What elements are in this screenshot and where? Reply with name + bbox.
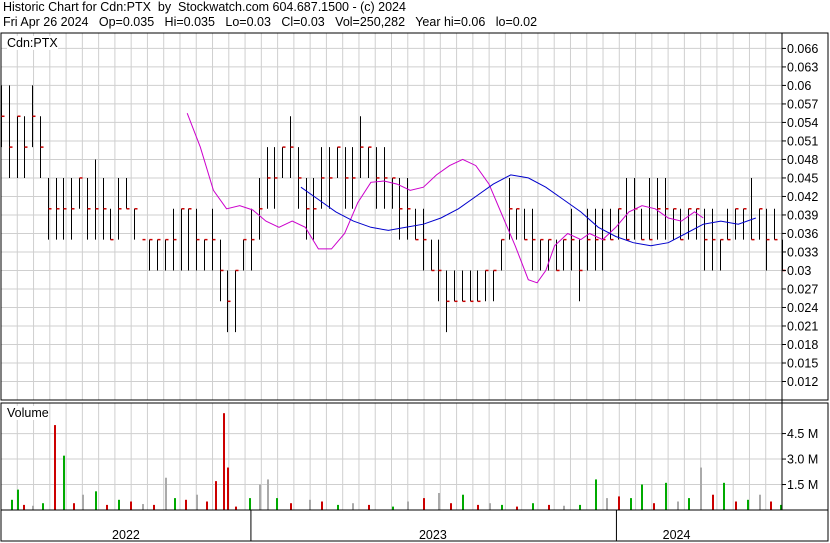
volume-tick-label: 4.5 M [787,427,818,441]
volume-bar [735,501,737,510]
volume-bar [276,498,278,510]
volume-bar [595,479,597,510]
volume-bar [17,489,19,510]
volume-tick-label: 1.5 M [787,478,818,492]
price-tick-label: 0.018 [787,338,818,352]
volume-bar [501,504,503,510]
price-tick-label: 0.063 [787,60,818,74]
volume-bar [249,498,251,510]
volume-panel-frame [0,402,829,511]
volume-bar [548,504,550,510]
price-tick-label: 0.045 [787,171,818,185]
volume-bar [118,499,120,510]
price-tick-label: 0.054 [787,116,818,130]
volume-bar [235,506,237,510]
volume-bar [73,503,75,510]
volume-bar [579,504,581,510]
volume-bar [196,494,198,510]
volume-bar [23,504,25,510]
volume-bar [665,482,667,510]
volume-bar [368,504,370,510]
volume-bar [227,467,229,510]
price-tick-label: 0.036 [787,227,818,241]
price-tick-label: 0.03 [787,264,811,278]
volume-bar [759,494,761,510]
volume-bar [215,481,217,510]
volume-bar [770,501,772,510]
volume-bar [677,501,679,510]
volume-bar [653,503,655,510]
price-tick-label: 0.024 [787,301,818,315]
volume-bar [63,455,65,510]
volume-bar [185,499,187,510]
stock-chart: 0.066 0.063 0.06 0.057 0.054 0.051 0.048 0.045 0… [0,32,829,542]
volume-bar [423,498,425,510]
volume-bar [352,503,354,510]
price-tick-label: 0.027 [787,282,818,296]
volume-bar [462,494,464,510]
volume-bar [563,505,565,510]
volume-bar [641,484,643,510]
price-tick-label: 0.033 [787,245,818,259]
volume-bar [106,504,108,510]
volume-bar [712,494,714,510]
volume-bar [321,501,323,510]
price-tick-label: 0.039 [787,208,818,222]
volume-bar [142,504,144,510]
volume-bar [42,503,44,510]
volume-bar [618,496,620,510]
volume-bar [688,498,690,510]
volume-bar [309,499,311,510]
volume-bar [95,491,97,510]
volume-bar [747,499,749,510]
volume-tick-label: 3.0 M [787,453,818,467]
volume-bar [54,425,56,510]
volume-bar [130,501,132,510]
year-label: 2023 [419,528,447,542]
volume-bar [174,498,176,510]
volume-bar [723,482,725,510]
year-label: 2024 [663,528,691,542]
moving-average-short [186,113,704,284]
price-tick-label: 0.057 [787,97,818,111]
volume-bar [532,503,534,510]
volume-bar [290,503,292,510]
price-tick-label: 0.042 [787,190,818,204]
volume-bar [450,503,452,510]
volume-bar [11,499,13,510]
volume-bar [438,493,440,510]
volume-bar [630,498,632,510]
axes: 0.066 0.063 0.06 0.057 0.054 0.051 0.048 0.045 0… [0,32,829,542]
grid [1,33,782,510]
price-tick-label: 0.048 [787,153,818,167]
volume-bar [392,506,394,510]
volume-bar [700,467,702,510]
volume-bar [337,504,339,510]
volume-panel [11,413,782,510]
volume-bar [223,413,225,510]
volume-bar [267,479,269,510]
volume-bar [606,498,608,510]
price-tick-label: 0.012 [787,375,818,389]
volume-bar [477,504,479,510]
volume-bar [32,505,34,510]
volume-bar [259,484,261,510]
volume-bar [407,501,409,510]
year-label: 2022 [112,528,140,542]
volume-bar [165,477,167,510]
volume-bar [489,503,491,510]
volume-bar [153,504,155,510]
volume-panel-title: Volume [7,406,49,420]
price-tick-label: 0.021 [787,319,818,333]
volume-bar [206,501,208,510]
price-tick-label: 0.051 [787,134,818,148]
price-tick-label: 0.066 [787,42,818,56]
price-tick-label: 0.06 [787,79,811,93]
volume-bar [516,506,518,510]
volume-bar [82,494,84,510]
price-tick-label: 0.015 [787,356,818,370]
price-panel-title: Cdn:PTX [7,36,58,50]
